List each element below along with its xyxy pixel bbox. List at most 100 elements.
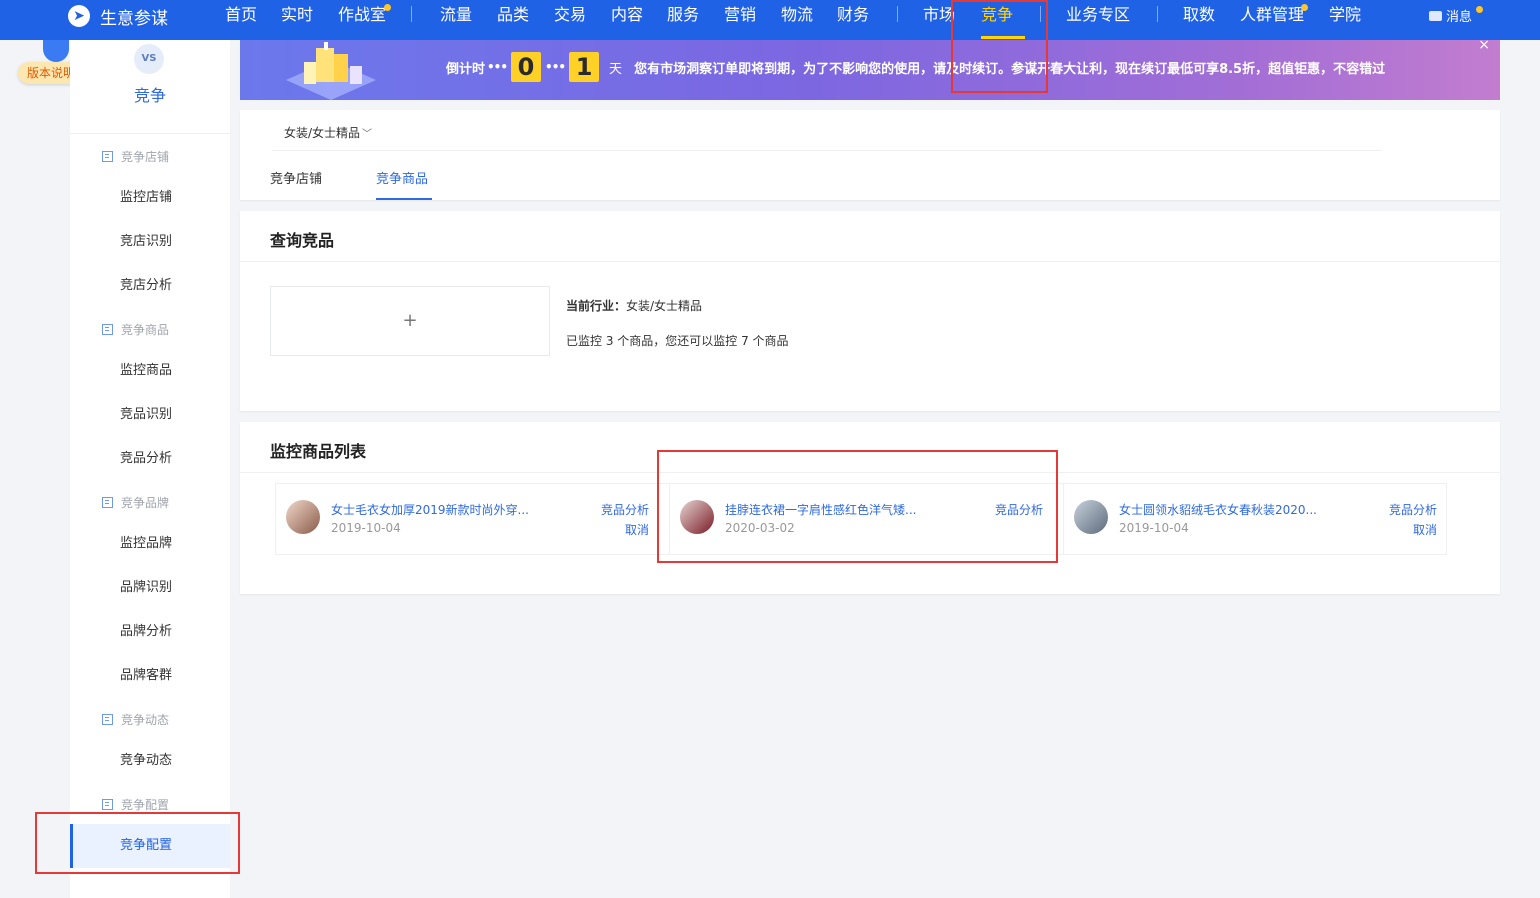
sidebar-item-identify-brands[interactable]: 品牌识别 [120,579,172,597]
industry-select-value: 女装/女士精品 [284,126,361,140]
nav-separator [1157,6,1158,22]
top-navigation: ➤ 生意参谋 首页 实时 作战室 流量 品类 交易 内容 服务 营销 物流 财务… [0,0,1540,40]
nav-service[interactable]: 服务 [667,4,699,26]
monitored-list-card: 监控商品列表 女士毛衣女加厚2019新款时尚外穿... 2019-10-04 竞… [240,422,1500,594]
nav-competition[interactable]: 竞争 [981,4,1013,26]
product-list: 女士毛衣女加厚2019新款时尚外穿... 2019-10-04 竞品分析 取消 … [275,483,1447,555]
countdown-divider: ••• [545,60,566,74]
versus-icon: VS [134,44,164,74]
product-date: 2019-10-04 [1119,521,1189,535]
nav-content[interactable]: 内容 [611,4,643,26]
city-illustration [286,42,376,100]
nav-data-fetch[interactable]: 取数 [1183,4,1215,26]
sidebar-group-shops: 竞争店铺 [102,148,169,164]
divider [240,261,1500,262]
countdown-unit: 天 [609,61,623,77]
nav-finance[interactable]: 财务 [837,4,869,26]
product-thumbnail[interactable] [1074,500,1108,534]
sidebar-item-monitor-brands[interactable]: 监控品牌 [120,535,172,553]
product-title[interactable]: 挂脖连衣裙一字肩性感红色洋气矮... [725,501,916,518]
sidebar-group-label: 竞争动态 [121,712,170,727]
countdown-digit: 0 [511,52,542,82]
nav-realtime[interactable]: 实时 [281,4,313,26]
sidebar-item-analyze-shops[interactable]: 竞店分析 [120,277,172,295]
building-icon [102,496,113,508]
nav-business-zone[interactable]: 业务专区 [1066,4,1130,26]
nav-trade[interactable]: 交易 [554,4,586,26]
building-icon [102,798,113,810]
banner-message: 您有市场洞察订单即将到期，为了不影响您的使用，请及时续订。参谋开春大让利，现在续… [634,61,1386,77]
sidebar-item-identify-products[interactable]: 竞品识别 [120,406,172,424]
sidebar-group-label: 竞争品牌 [121,495,170,510]
sidebar-header: VS 竞争 [70,40,230,134]
add-product-button[interactable]: + [270,286,550,356]
nav-crowd-management[interactable]: 人群管理 [1240,4,1304,26]
sidebar-title: 竞争 [133,86,166,105]
cancel-button[interactable]: 取消 [1413,521,1437,538]
sidebar-item-brand-customers[interactable]: 品牌客群 [120,667,172,685]
close-icon[interactable]: × [1478,38,1490,52]
analyze-button[interactable]: 竞品分析 [1389,501,1437,518]
current-industry: 当前行业：女装/女士精品 [566,297,702,314]
building-icon [102,713,113,725]
building-icon [102,323,113,335]
sidebar-item-identify-shops[interactable]: 竞店识别 [120,233,172,251]
divider [272,150,1382,151]
analyze-button[interactable]: 竞品分析 [601,501,649,518]
sidebar-group-dynamics: 竞争动态 [102,711,169,727]
countdown-divider: ••• [487,60,508,74]
nav-war-room[interactable]: 作战室 [338,4,386,26]
sidebar-menu: VS 竞争 竞争店铺 监控店铺 竞店识别 竞店分析 竞争商品 监控商品 竞品识别… [70,40,230,898]
nav-separator [1040,6,1041,22]
tab-competing-products[interactable]: 竞争商品 [376,168,428,187]
nav-market[interactable]: 市场 [923,4,955,26]
nav-traffic[interactable]: 流量 [440,4,472,26]
nav-logistics[interactable]: 物流 [781,4,813,26]
list-card-title: 监控商品列表 [270,442,367,461]
messages-button[interactable]: 消息 [1429,6,1472,25]
list-item: 女士圆领水貂绒毛衣女春秋装2020... 2019-10-04 竞品分析 取消 [1064,484,1457,554]
product-title[interactable]: 女士圆领水貂绒毛衣女春秋装2020... [1119,501,1317,518]
sidebar-group-config: 竞争配置 [102,796,169,812]
sidebar-item-dynamics[interactable]: 竞争动态 [120,752,172,770]
building-icon [102,150,113,162]
left-rail: 版本说明 [0,40,84,898]
product-thumbnail[interactable] [286,500,320,534]
sidebar-group-label: 竞争商品 [121,322,170,337]
product-date: 2019-10-04 [331,521,401,535]
messages-label: 消息 [1446,10,1473,25]
product-title[interactable]: 女士毛衣女加厚2019新款时尚外穿... [331,501,529,518]
nav-crowd-dot [1301,4,1308,11]
sidebar-item-monitor-products[interactable]: 监控商品 [120,362,172,380]
nav-home[interactable]: 首页 [225,4,257,26]
renewal-banner: 倒计时 ••• 0 ••• 1 天 您有市场洞察订单即将到期，为了不影响您的使用… [240,38,1500,100]
nav-separator [411,6,412,22]
monitor-quota-text: 已监控 3 个商品，您还可以监控 7 个商品 [566,334,789,348]
nav-marketing[interactable]: 营销 [724,4,756,26]
nav-category[interactable]: 品类 [497,4,529,26]
sidebar-item-monitor-shops[interactable]: 监控店铺 [120,189,172,207]
analyze-button[interactable]: 竞品分析 [995,501,1043,518]
tab-competing-shops[interactable]: 竞争店铺 [270,168,322,187]
sidebar-item-analyze-brands[interactable]: 品牌分析 [120,623,172,641]
countdown-digit: 1 [569,52,600,82]
user-avatar-icon[interactable] [43,40,69,62]
sidebar-item-analyze-products[interactable]: 竞品分析 [120,450,172,468]
tab-active-underline [376,198,432,200]
cancel-button[interactable]: 取消 [625,521,649,538]
sidebar-group-products: 竞争商品 [102,321,169,337]
brand-logo[interactable]: ➤ 生意参谋 [68,4,168,29]
sidebar-item-config[interactable]: 竞争配置 [120,837,172,855]
current-industry-label: 当前行业： [566,299,627,313]
nav-academy[interactable]: 学院 [1329,4,1361,26]
brand-name: 生意参谋 [100,8,168,29]
compass-icon: ➤ [68,5,90,27]
nav-active-underline [981,36,1025,39]
industry-select[interactable]: 女装/女士精品 ﹀ [284,124,372,141]
product-thumbnail[interactable] [680,500,714,534]
product-date: 2020-03-02 [725,521,795,535]
sidebar-group-brands: 竞争品牌 [102,494,169,510]
sidebar-group-label: 竞争配置 [121,797,170,812]
messages-dot [1476,6,1483,13]
current-industry-value: 女装/女士精品 [626,299,703,313]
